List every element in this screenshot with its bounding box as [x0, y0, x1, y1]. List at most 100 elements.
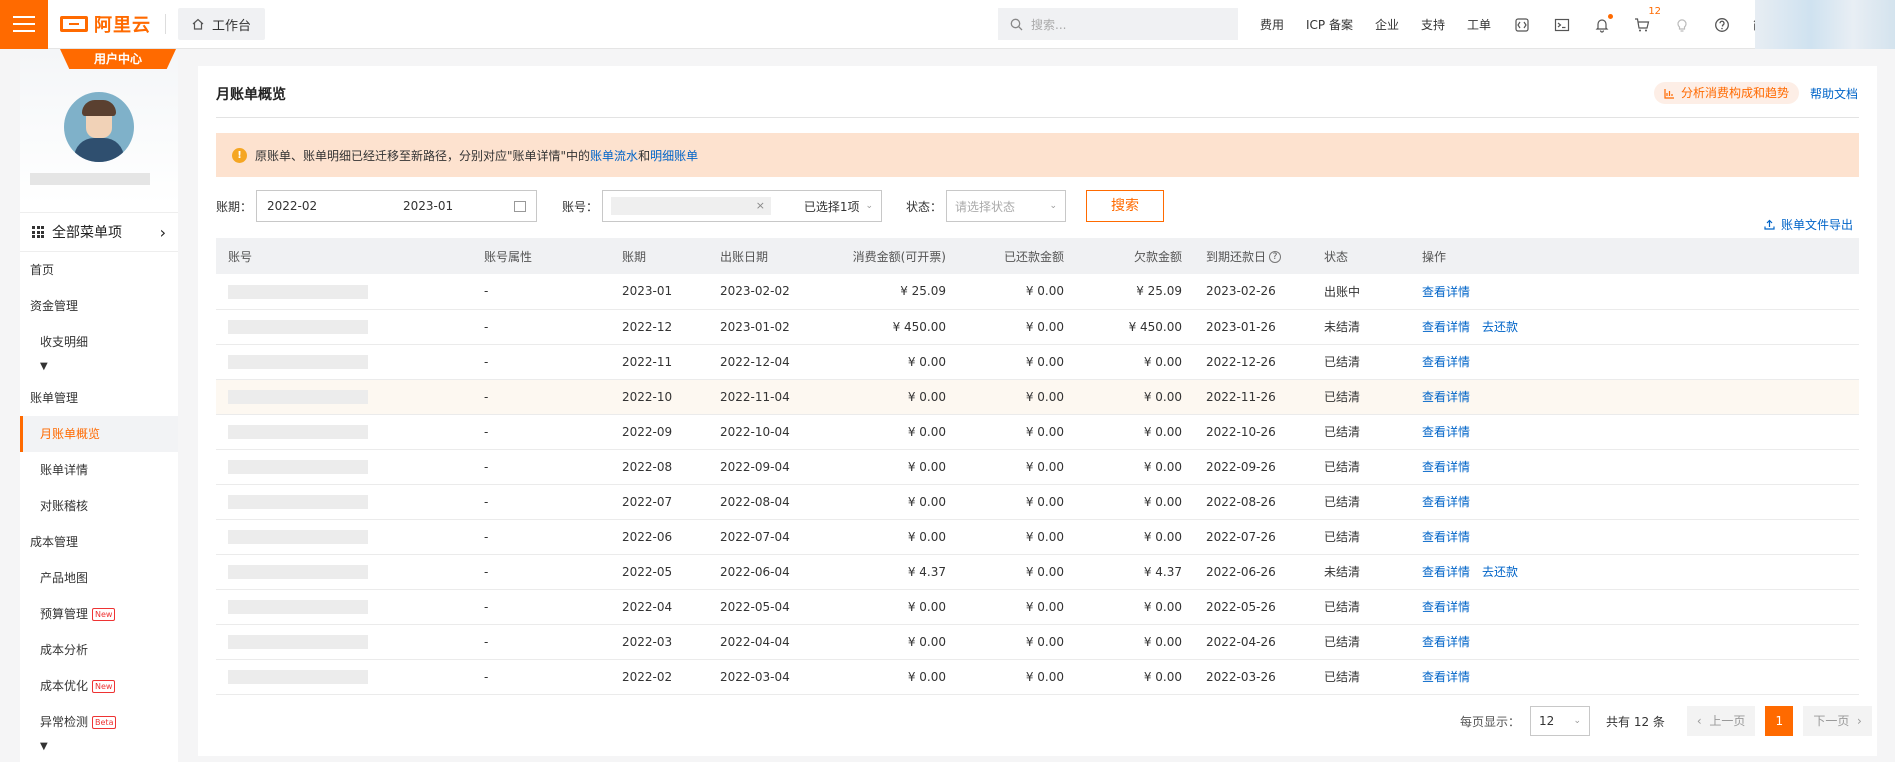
- nav-icp[interactable]: ICP 备案: [1306, 16, 1353, 33]
- aliyun-logo[interactable]: 阿里云: [60, 0, 151, 49]
- prev-page-button[interactable]: ‹ 上一页: [1686, 706, 1756, 736]
- avatar-body: [74, 138, 124, 162]
- bill-flow-link[interactable]: 账单流水: [590, 149, 638, 163]
- top-navbar: 阿里云 工作台 搜索... 费用 ICP 备案 企业 支持 工单 12 简体: [0, 0, 1895, 49]
- cart-icon[interactable]: 12: [1633, 6, 1661, 34]
- cell-owed: ¥ 0.00: [1076, 659, 1194, 695]
- cell-amount: ¥ 0.00: [820, 624, 958, 660]
- cell-due-date: 2022-10-26: [1194, 414, 1312, 450]
- view-detail-link[interactable]: 查看详情: [1422, 635, 1470, 649]
- sidebar-item-cost-optimization[interactable]: 成本优化 New: [20, 668, 178, 704]
- view-detail-link[interactable]: 查看详情: [1422, 530, 1470, 544]
- col-bill-date: 出账日期: [708, 238, 820, 274]
- next-page-button[interactable]: 下一页 ›: [1803, 706, 1872, 736]
- analyze-trend-button[interactable]: 分析消费构成和趋势: [1654, 82, 1800, 104]
- cell-account: [216, 344, 472, 380]
- cell-status: 已结清: [1312, 659, 1410, 695]
- view-detail-link[interactable]: 查看详情: [1422, 460, 1470, 474]
- expand-caret-icon[interactable]: ▼: [20, 360, 178, 380]
- home-icon: [192, 18, 204, 30]
- workbench-button[interactable]: 工作台: [178, 8, 266, 40]
- sidebar-item-anomaly-detection[interactable]: 异常检测 Beta: [20, 704, 178, 740]
- user-account-area[interactable]: [1755, 0, 1895, 49]
- period-end[interactable]: 2023-01: [403, 199, 514, 213]
- table-row: -2022-09 2022-10-04 ¥ 0.00 ¥ 0.00 ¥ 0.00 2022…: [216, 414, 1859, 450]
- view-detail-link[interactable]: 查看详情: [1422, 355, 1470, 369]
- cell-amount: ¥ 0.00: [820, 449, 958, 485]
- help-circle-icon[interactable]: [1713, 16, 1731, 34]
- cell-account: [216, 624, 472, 660]
- question-icon[interactable]: ?: [1269, 251, 1282, 263]
- beta-tag: Beta: [92, 716, 117, 729]
- bell-icon[interactable]: [1593, 13, 1614, 34]
- detail-bill-link[interactable]: 明细账单: [650, 149, 698, 163]
- account-select[interactable]: × 已选择1项 ⌄: [602, 190, 882, 222]
- cell-due-date: 2022-07-26: [1194, 519, 1312, 555]
- nav-enterprise[interactable]: 企业: [1375, 16, 1399, 33]
- code-icon[interactable]: [1513, 16, 1531, 34]
- cell-account: [216, 554, 472, 590]
- sidebar-item-cost-management[interactable]: 成本管理: [20, 524, 178, 560]
- cell-account: [216, 589, 472, 625]
- avatar[interactable]: [64, 92, 134, 162]
- nav-ticket[interactable]: 工单: [1467, 16, 1491, 33]
- cell-status: 已结清: [1312, 624, 1410, 660]
- sidebar-item-transactions[interactable]: 收支明细: [20, 324, 178, 360]
- prev-page-label: 上一页: [1709, 714, 1746, 728]
- cell-account: [216, 414, 472, 450]
- top-nav-links: 费用 ICP 备案 企业 支持 工单 12 简体: [1260, 0, 1777, 49]
- all-menu-button[interactable]: 全部菜单项 ›: [20, 212, 178, 252]
- period-range-picker[interactable]: 2022-02 2023-01: [256, 190, 537, 222]
- terminal-icon[interactable]: [1553, 16, 1571, 34]
- sidebar-item-fund-management[interactable]: 资金管理: [20, 288, 178, 324]
- page-size-select[interactable]: 12 ⌄: [1530, 706, 1591, 736]
- sidebar-item-reconciliation[interactable]: 对账稽核: [20, 488, 178, 524]
- menu-hamburger-icon[interactable]: [0, 0, 48, 49]
- cell-owed: ¥ 0.00: [1076, 519, 1194, 555]
- view-detail-link[interactable]: 查看详情: [1422, 670, 1470, 684]
- view-detail-link[interactable]: 查看详情: [1422, 390, 1470, 404]
- cell-account: [216, 274, 472, 310]
- sidebar-item-monthly-overview[interactable]: 月账单概览: [20, 416, 178, 452]
- sidebar-item-product-map[interactable]: 产品地图: [20, 560, 178, 596]
- cell-status: 已结清: [1312, 379, 1410, 415]
- sidebar-item-cost-analysis[interactable]: 成本分析: [20, 632, 178, 668]
- nav-fees[interactable]: 费用: [1260, 16, 1284, 33]
- cell-status: 已结清: [1312, 519, 1410, 555]
- export-bill-file-link[interactable]: 账单文件导出: [1764, 216, 1853, 233]
- view-detail-link[interactable]: 查看详情: [1422, 425, 1470, 439]
- search-button[interactable]: 搜索: [1086, 190, 1164, 222]
- view-detail-link[interactable]: 查看详情: [1422, 285, 1470, 299]
- account-blurred: [228, 529, 368, 544]
- view-detail-link[interactable]: 查看详情: [1422, 495, 1470, 509]
- cell-actions: 查看详情: [1410, 274, 1859, 310]
- nav-support[interactable]: 支持: [1421, 16, 1445, 33]
- help-doc-link[interactable]: 帮助文档: [1810, 85, 1858, 102]
- expand-caret-icon[interactable]: ▼: [20, 740, 178, 760]
- view-detail-link[interactable]: 查看详情: [1422, 320, 1470, 334]
- cell-paid: ¥ 0.00: [958, 309, 1076, 345]
- account-blurred: [228, 459, 368, 474]
- repay-link[interactable]: 去还款: [1482, 565, 1518, 579]
- status-select[interactable]: 请选择状态 ⌄: [946, 190, 1066, 222]
- global-search-input[interactable]: 搜索...: [998, 8, 1238, 40]
- sidebar-item-budget[interactable]: 预算管理 New: [20, 596, 178, 632]
- lightbulb-icon[interactable]: [1673, 16, 1691, 34]
- period-start[interactable]: 2022-02: [257, 199, 403, 213]
- sidebar-item-bill-details[interactable]: 账单详情: [20, 452, 178, 488]
- view-detail-link[interactable]: 查看详情: [1422, 600, 1470, 614]
- table-row: -2022-10 2022-11-04 ¥ 0.00 ¥ 0.00 ¥ 0.00 2022…: [216, 379, 1859, 415]
- repay-link[interactable]: 去还款: [1482, 320, 1518, 334]
- filter-row: 账期： 2022-02 2023-01 账号： × 已选择1项 ⌄ 状态： 请选…: [216, 190, 1859, 222]
- cell-period: 2022-09: [610, 414, 708, 450]
- next-page-label: 下一页: [1813, 714, 1850, 728]
- cell-period: 2023-01: [610, 274, 708, 310]
- sidebar-item-label: 账单管理: [30, 391, 79, 405]
- view-detail-link[interactable]: 查看详情: [1422, 565, 1470, 579]
- cell-amount: ¥ 0.00: [820, 589, 958, 625]
- sidebar-item-bill-management[interactable]: 账单管理: [20, 380, 178, 416]
- page-1-button[interactable]: 1: [1765, 706, 1794, 736]
- chip-close-icon[interactable]: ×: [756, 197, 765, 215]
- sidebar-item-home[interactable]: 首页: [20, 252, 178, 288]
- cell-period: 2022-03: [610, 624, 708, 660]
